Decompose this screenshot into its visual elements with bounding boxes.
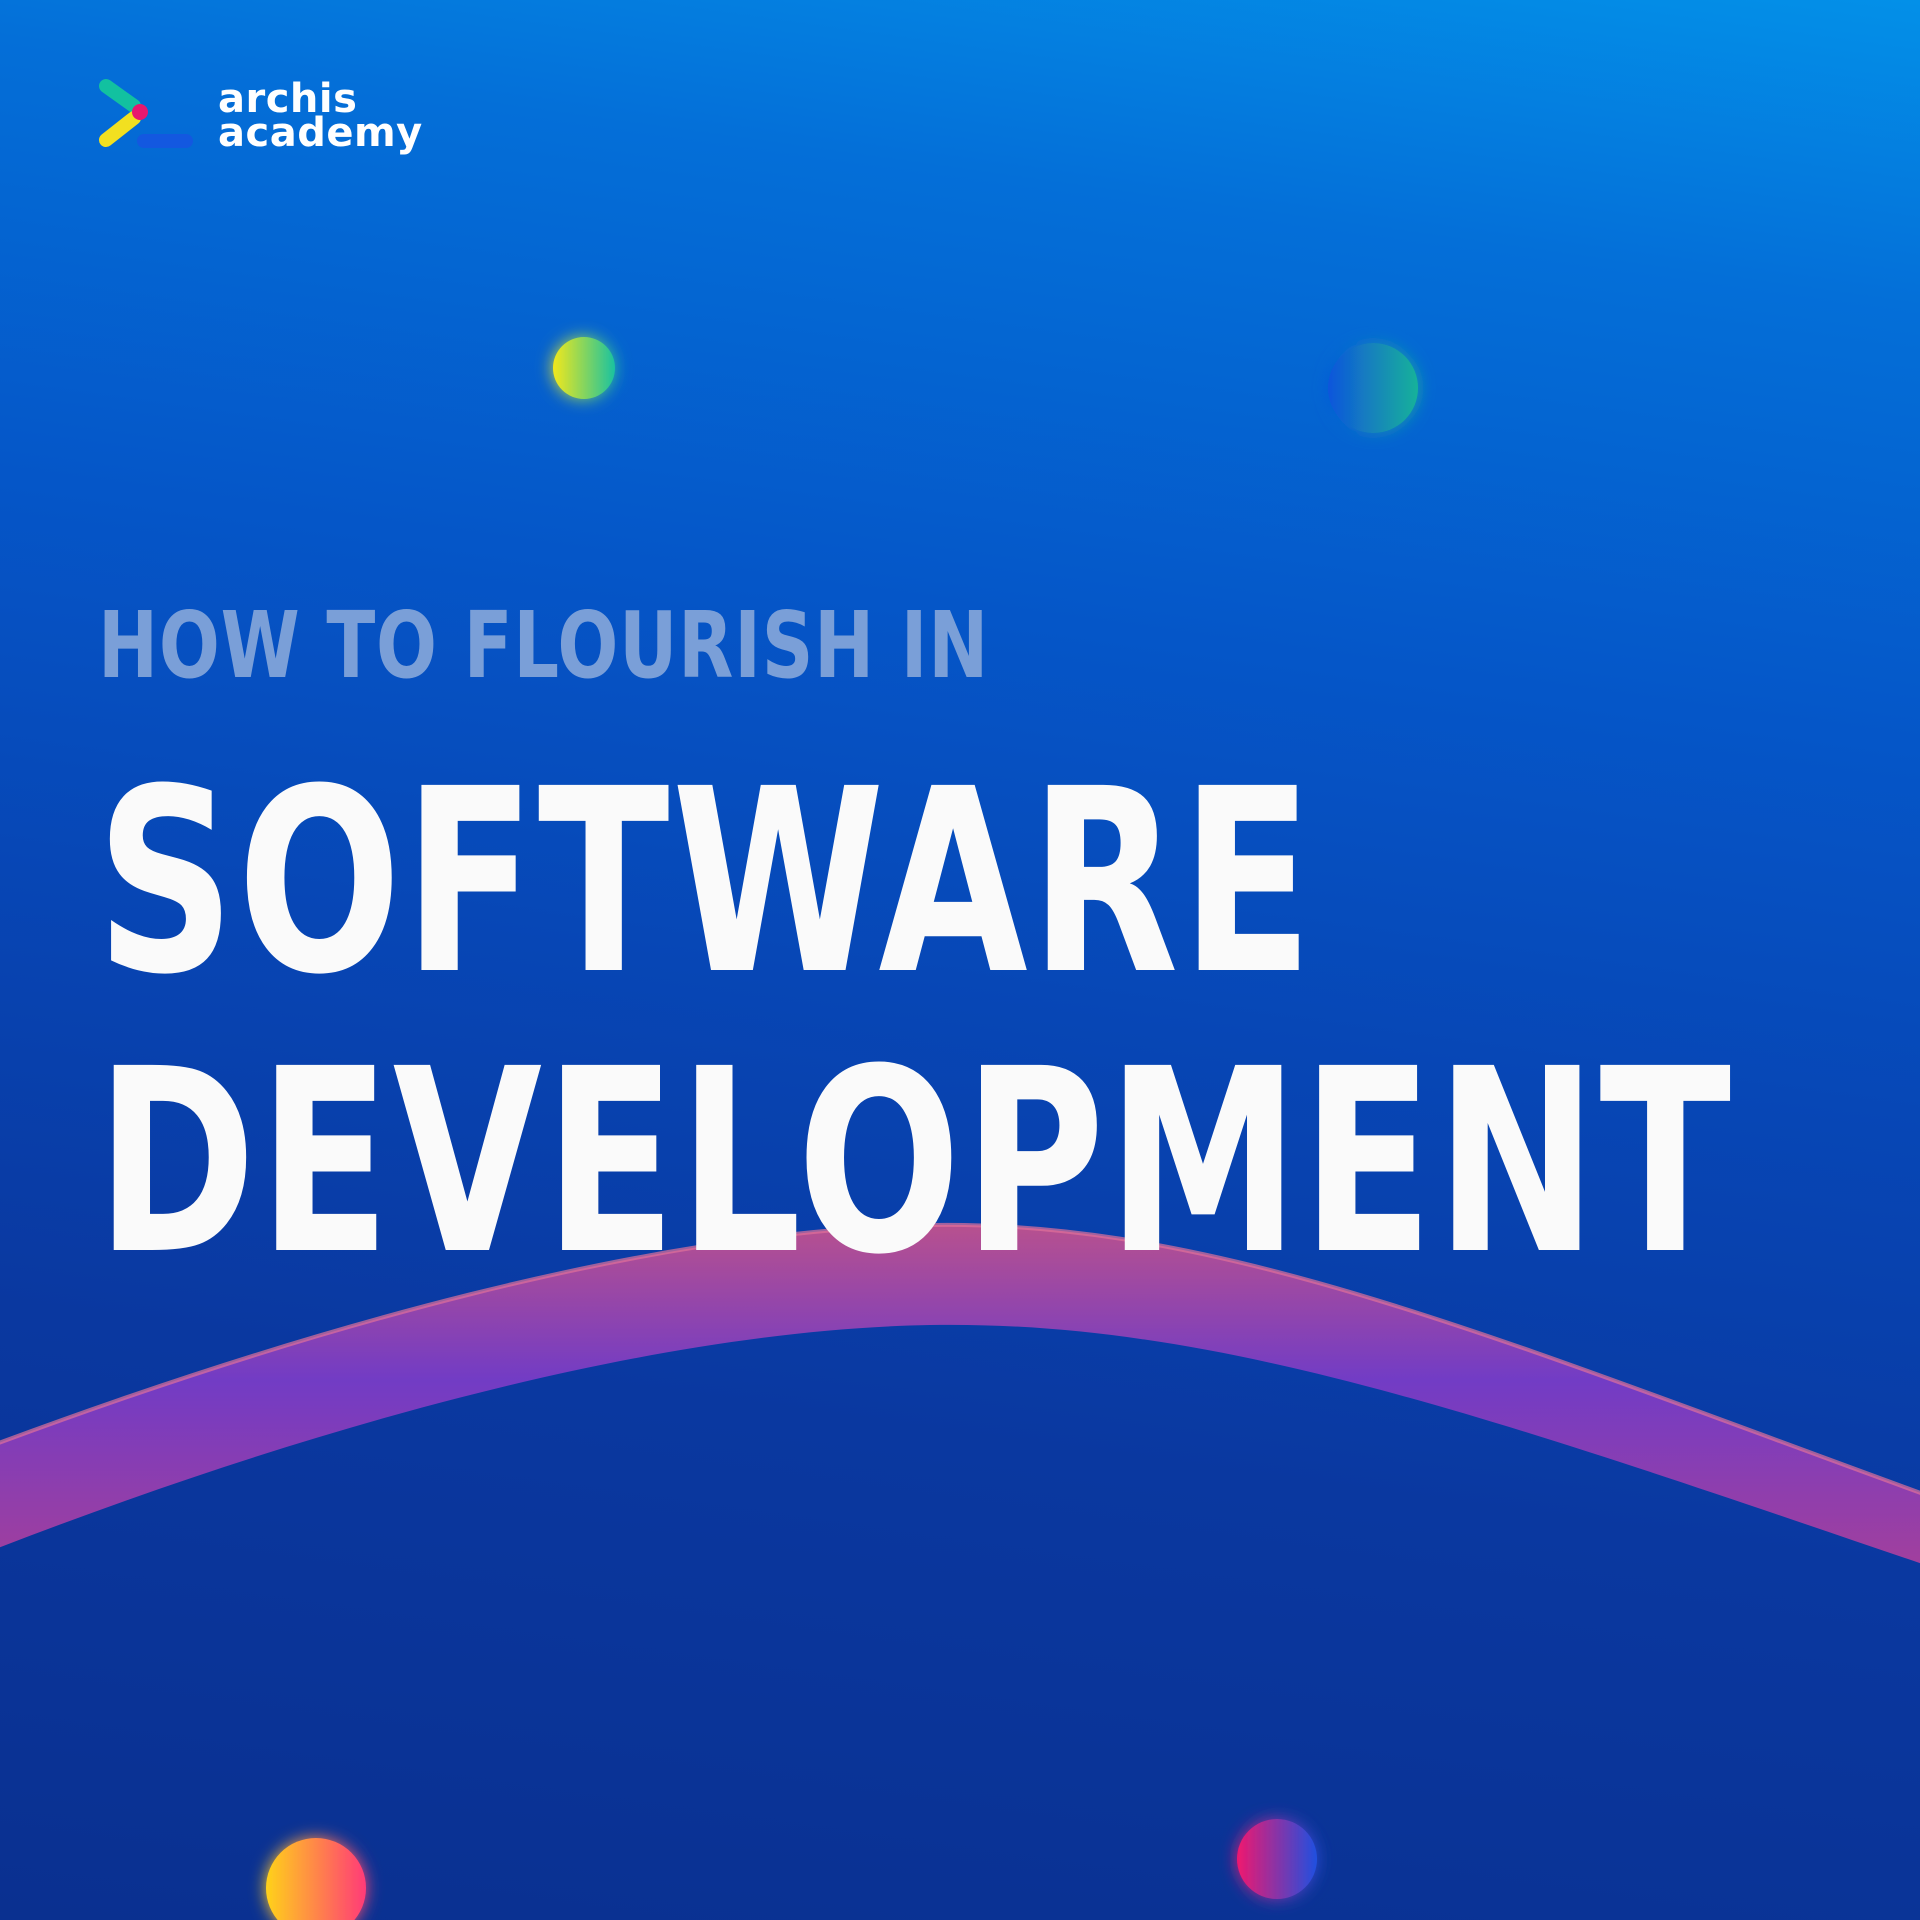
pink-blue-orb [1237,1819,1317,1899]
poster-canvas: archis academy HOW TO FLOURISH IN SOFTWA… [0,0,1920,1920]
logo-line-academy: academy [218,110,423,156]
headline-kicker: HOW TO FLOURISH IN [98,592,990,699]
logo-mark-icon [99,79,193,148]
headline-title: SOFTWARE DEVELOPMENT [96,742,1733,1302]
blue-teal-orb [1328,343,1418,433]
green-yellow-orb [553,337,615,399]
logo-wordmark: archis academy [218,79,423,156]
yellow-pink-orb [266,1838,366,1920]
brand-logo: archis academy [98,78,438,164]
headline-line-development: DEVELOPMENT [96,1014,1734,1310]
headline-line-software: SOFTWARE [96,734,1316,1030]
